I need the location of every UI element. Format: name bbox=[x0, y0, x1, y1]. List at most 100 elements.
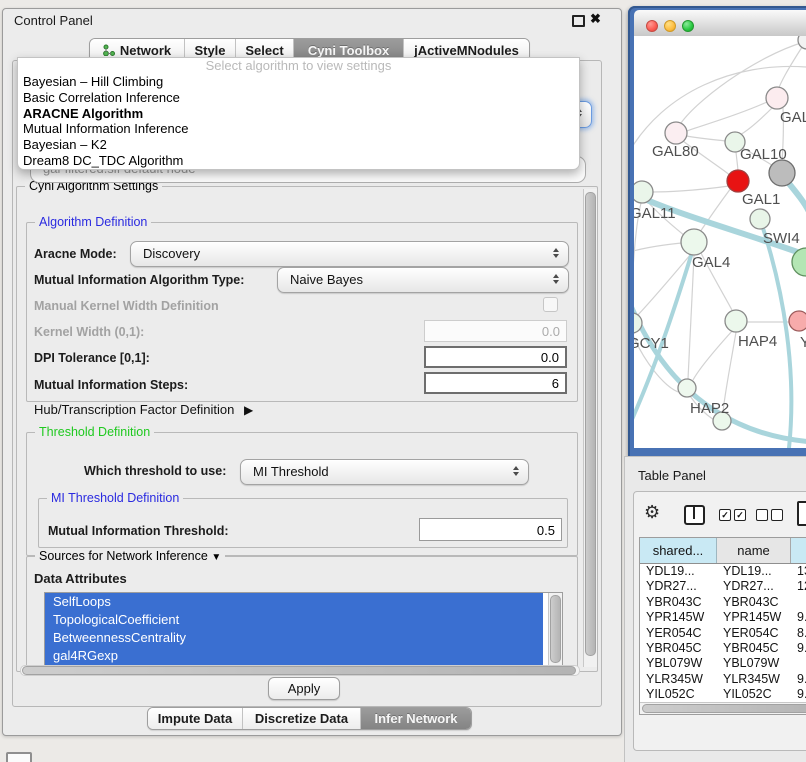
hub-tf-label: Hub/Transcription Factor Definition bbox=[34, 402, 234, 417]
dropdown-item[interactable]: Basic Correlation Inference bbox=[18, 90, 579, 106]
mi-type-value: Naive Bayes bbox=[290, 268, 363, 292]
cell-name: YDR27... bbox=[717, 579, 791, 594]
threshold-definition-legend: Threshold Definition bbox=[35, 425, 154, 439]
table-row[interactable]: YPR145WYPR145W9. bbox=[640, 610, 806, 625]
attribute-item-selected[interactable]: SelfLoops bbox=[45, 593, 543, 611]
settings-vertical-scrollbar[interactable] bbox=[583, 189, 597, 667]
mi-type-label: Mutual Information Algorithm Type: bbox=[34, 273, 244, 287]
tab-discretize-data[interactable]: Discretize Data bbox=[243, 708, 361, 729]
cell-value: 9. bbox=[791, 672, 806, 687]
cell-shared-name: YBR043C bbox=[640, 595, 717, 610]
node-label: GAL80 bbox=[652, 143, 699, 160]
split-columns-icon[interactable] bbox=[684, 505, 705, 525]
cell-shared-name: YER054C bbox=[640, 626, 717, 641]
manual-kernel-checkbox[interactable] bbox=[543, 297, 558, 312]
node-label: GAL4 bbox=[692, 254, 730, 271]
tab-infer-network[interactable]: Infer Network bbox=[361, 708, 471, 729]
combo-arrows-icon bbox=[553, 248, 559, 258]
docked-panel-icon[interactable] bbox=[6, 752, 32, 762]
kernel-width-field[interactable]: 0.0 bbox=[424, 320, 567, 342]
table-row[interactable]: YDL19...YDL19...13 bbox=[640, 564, 806, 579]
control-panel-title: Control Panel bbox=[14, 13, 93, 28]
dropdown-item[interactable]: Bayesian – K2 bbox=[18, 137, 579, 153]
mi-steps-field[interactable]: 6 bbox=[424, 372, 567, 394]
unselect-all-columns-icon[interactable] bbox=[756, 509, 786, 527]
float-window-icon[interactable] bbox=[572, 15, 585, 27]
table-row[interactable]: YDR27...YDR27...12 bbox=[640, 579, 806, 594]
threshold-definition-group: Threshold Definition Which threshold to … bbox=[26, 432, 578, 556]
table-row[interactable]: YIL052CYIL052C9. bbox=[640, 687, 806, 702]
table-row[interactable]: YLR345WYLR345W9. bbox=[640, 672, 806, 687]
cell-name: YBL079W bbox=[717, 656, 791, 671]
settings-horizontal-scrollbar-thumb[interactable] bbox=[22, 666, 576, 675]
new-table-icon[interactable] bbox=[797, 501, 806, 526]
node-swi4 bbox=[750, 209, 770, 229]
network-graph: GAL7 GAL80 GAL10 GAL1 GAL11 SWI4 GAL4 GC… bbox=[634, 36, 806, 448]
sources-legend[interactable]: Sources for Network Inference ▼ bbox=[35, 549, 225, 563]
which-threshold-label: Which threshold to use: bbox=[84, 464, 226, 478]
tab-impute-data[interactable]: Impute Data bbox=[148, 708, 243, 729]
node-gal4 bbox=[681, 229, 707, 255]
column-header-name[interactable]: name bbox=[717, 538, 791, 563]
table-row[interactable]: YBR045CYBR045C9. bbox=[640, 641, 806, 656]
zoom-window-icon[interactable] bbox=[682, 20, 694, 32]
aracne-mode-combo[interactable]: Discovery bbox=[130, 241, 569, 267]
cell-shared-name: YLR345W bbox=[640, 672, 717, 687]
hub-tf-section-toggle[interactable]: Hub/Transcription Factor Definition ▶ bbox=[34, 402, 253, 417]
table-horizontal-scrollbar[interactable] bbox=[640, 702, 806, 714]
table-row[interactable]: YBR043CYBR043C bbox=[640, 595, 806, 610]
network-window-titlebar[interactable] bbox=[634, 10, 806, 37]
dropdown-item[interactable]: Bayesian – Hill Climbing bbox=[18, 74, 579, 90]
mi-threshold-label: Mutual Information Threshold: bbox=[48, 524, 229, 538]
mi-type-combo[interactable]: Naive Bayes bbox=[277, 267, 569, 293]
cell-shared-name: YBL079W bbox=[640, 656, 717, 671]
settings-vertical-scrollbar-thumb[interactable] bbox=[585, 192, 596, 656]
collapsed-arrow-icon: ▶ bbox=[244, 403, 253, 417]
cyni-settings-group: Cyni Algorithm Settings Algorithm Defini… bbox=[16, 186, 598, 672]
cell-name: YIL052C bbox=[717, 687, 791, 702]
select-all-columns-icon[interactable]: ✓✓ bbox=[719, 509, 749, 527]
node-gal11 bbox=[634, 181, 653, 203]
node-label: GCY1 bbox=[634, 335, 669, 352]
expanded-arrow-icon: ▼ bbox=[211, 552, 221, 563]
node-unlabeled bbox=[798, 36, 806, 49]
node-gal80 bbox=[665, 122, 687, 144]
minimize-window-icon[interactable] bbox=[664, 20, 676, 32]
attribute-item-selected[interactable]: BetweennessCentrality bbox=[45, 629, 543, 647]
node-gal7 bbox=[766, 87, 788, 109]
attribute-list-scrollbar[interactable] bbox=[548, 593, 562, 665]
cell-shared-name: YIL052C bbox=[640, 687, 717, 702]
cell-value: 9. bbox=[791, 610, 806, 625]
node-gray bbox=[769, 160, 795, 186]
column-header-shared-name[interactable]: shared... bbox=[640, 538, 717, 563]
dropdown-item-selected[interactable]: ARACNE Algorithm bbox=[18, 106, 579, 122]
network-canvas[interactable]: GAL7 GAL80 GAL10 GAL1 GAL11 SWI4 GAL4 GC… bbox=[634, 36, 806, 448]
table-row[interactable]: YER054CYER054C8. bbox=[640, 626, 806, 641]
cell-name: YLR345W bbox=[717, 672, 791, 687]
dropdown-item[interactable]: Dream8 DC_TDC Algorithm bbox=[18, 153, 579, 169]
node-label: Y bbox=[800, 334, 806, 351]
column-header-partial[interactable]: A bbox=[791, 538, 806, 563]
mi-threshold-field[interactable]: 0.5 bbox=[419, 518, 562, 541]
dropdown-item[interactable]: Mutual Information Inference bbox=[18, 121, 579, 137]
attribute-list: SelfLoops TopologicalCoefficient Between… bbox=[44, 592, 563, 666]
close-window-icon[interactable] bbox=[646, 20, 658, 32]
cell-value: 9. bbox=[791, 641, 806, 656]
attribute-item-selected[interactable]: TopologicalCoefficient bbox=[45, 611, 543, 629]
attribute-list-scrollbar-thumb[interactable] bbox=[550, 595, 561, 663]
dpi-tolerance-field[interactable]: 0.0 bbox=[424, 346, 567, 368]
which-threshold-combo[interactable]: MI Threshold bbox=[240, 459, 529, 485]
cell-value: 8. bbox=[791, 626, 806, 641]
node-label: HAP2 bbox=[690, 400, 729, 417]
attribute-item-selected[interactable]: gal4RGexp bbox=[45, 647, 543, 665]
table-horizontal-scrollbar-thumb[interactable] bbox=[642, 704, 806, 713]
close-panel-icon[interactable]: ✖ bbox=[590, 11, 601, 27]
settings-horizontal-scrollbar[interactable] bbox=[20, 665, 580, 676]
node-gal1 bbox=[727, 170, 749, 192]
gear-icon[interactable]: ⚙ bbox=[644, 502, 660, 523]
network-node-labels: GAL7 GAL80 GAL10 GAL1 GAL11 SWI4 GAL4 GC… bbox=[634, 109, 806, 417]
apply-button[interactable]: Apply bbox=[268, 677, 340, 700]
control-panel-window: Control Panel ✖ Network Style Select Cyn… bbox=[2, 8, 622, 736]
node-label: HAP4 bbox=[738, 333, 777, 350]
table-row[interactable]: YBL079WYBL079W bbox=[640, 656, 806, 671]
